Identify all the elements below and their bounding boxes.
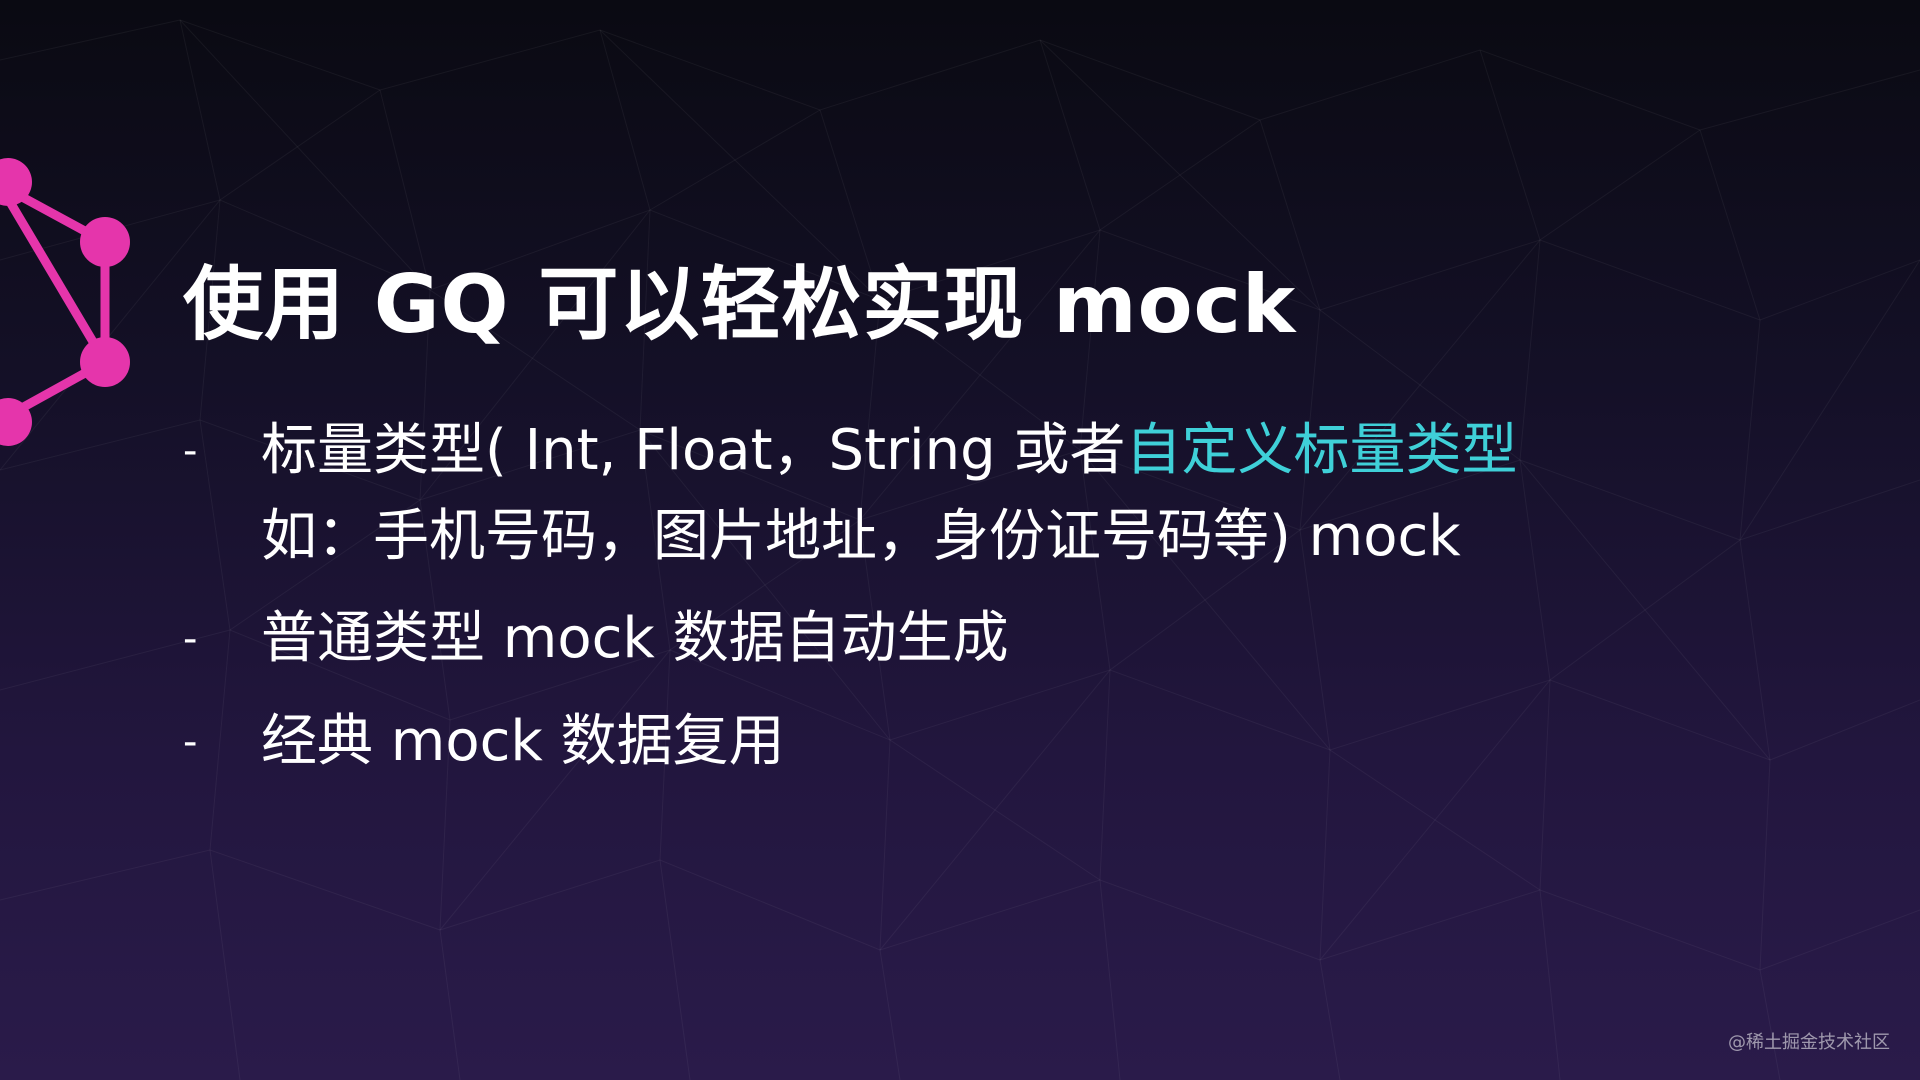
bullet-marker: - <box>183 719 198 765</box>
bullet-1-line-1: 标量类型( Int, Float，String 或者自定义标量类型 <box>261 409 1517 493</box>
watermark: @稀土掘金技术社区 <box>1728 1032 1890 1053</box>
bullet-marker: - <box>183 616 198 662</box>
bullet-list: - 标量类型( Int, Float，String 或者自定义标量类型 如：手机… <box>0 0 1920 1080</box>
bullet-3: 经典 mock 数据复用 <box>261 709 785 774</box>
bullet-1-highlight: 自定义标量类型 <box>1125 418 1518 483</box>
bullet-marker: - <box>183 428 198 474</box>
bullet-1-text: 标量类型( Int, Float，String 或者 <box>261 418 1126 483</box>
bullet-1-line-2: 如：手机号码，图片地址，身份证号码等) mock <box>261 504 1461 569</box>
bullet-2: 普通类型 mock 数据自动生成 <box>261 606 1009 671</box>
